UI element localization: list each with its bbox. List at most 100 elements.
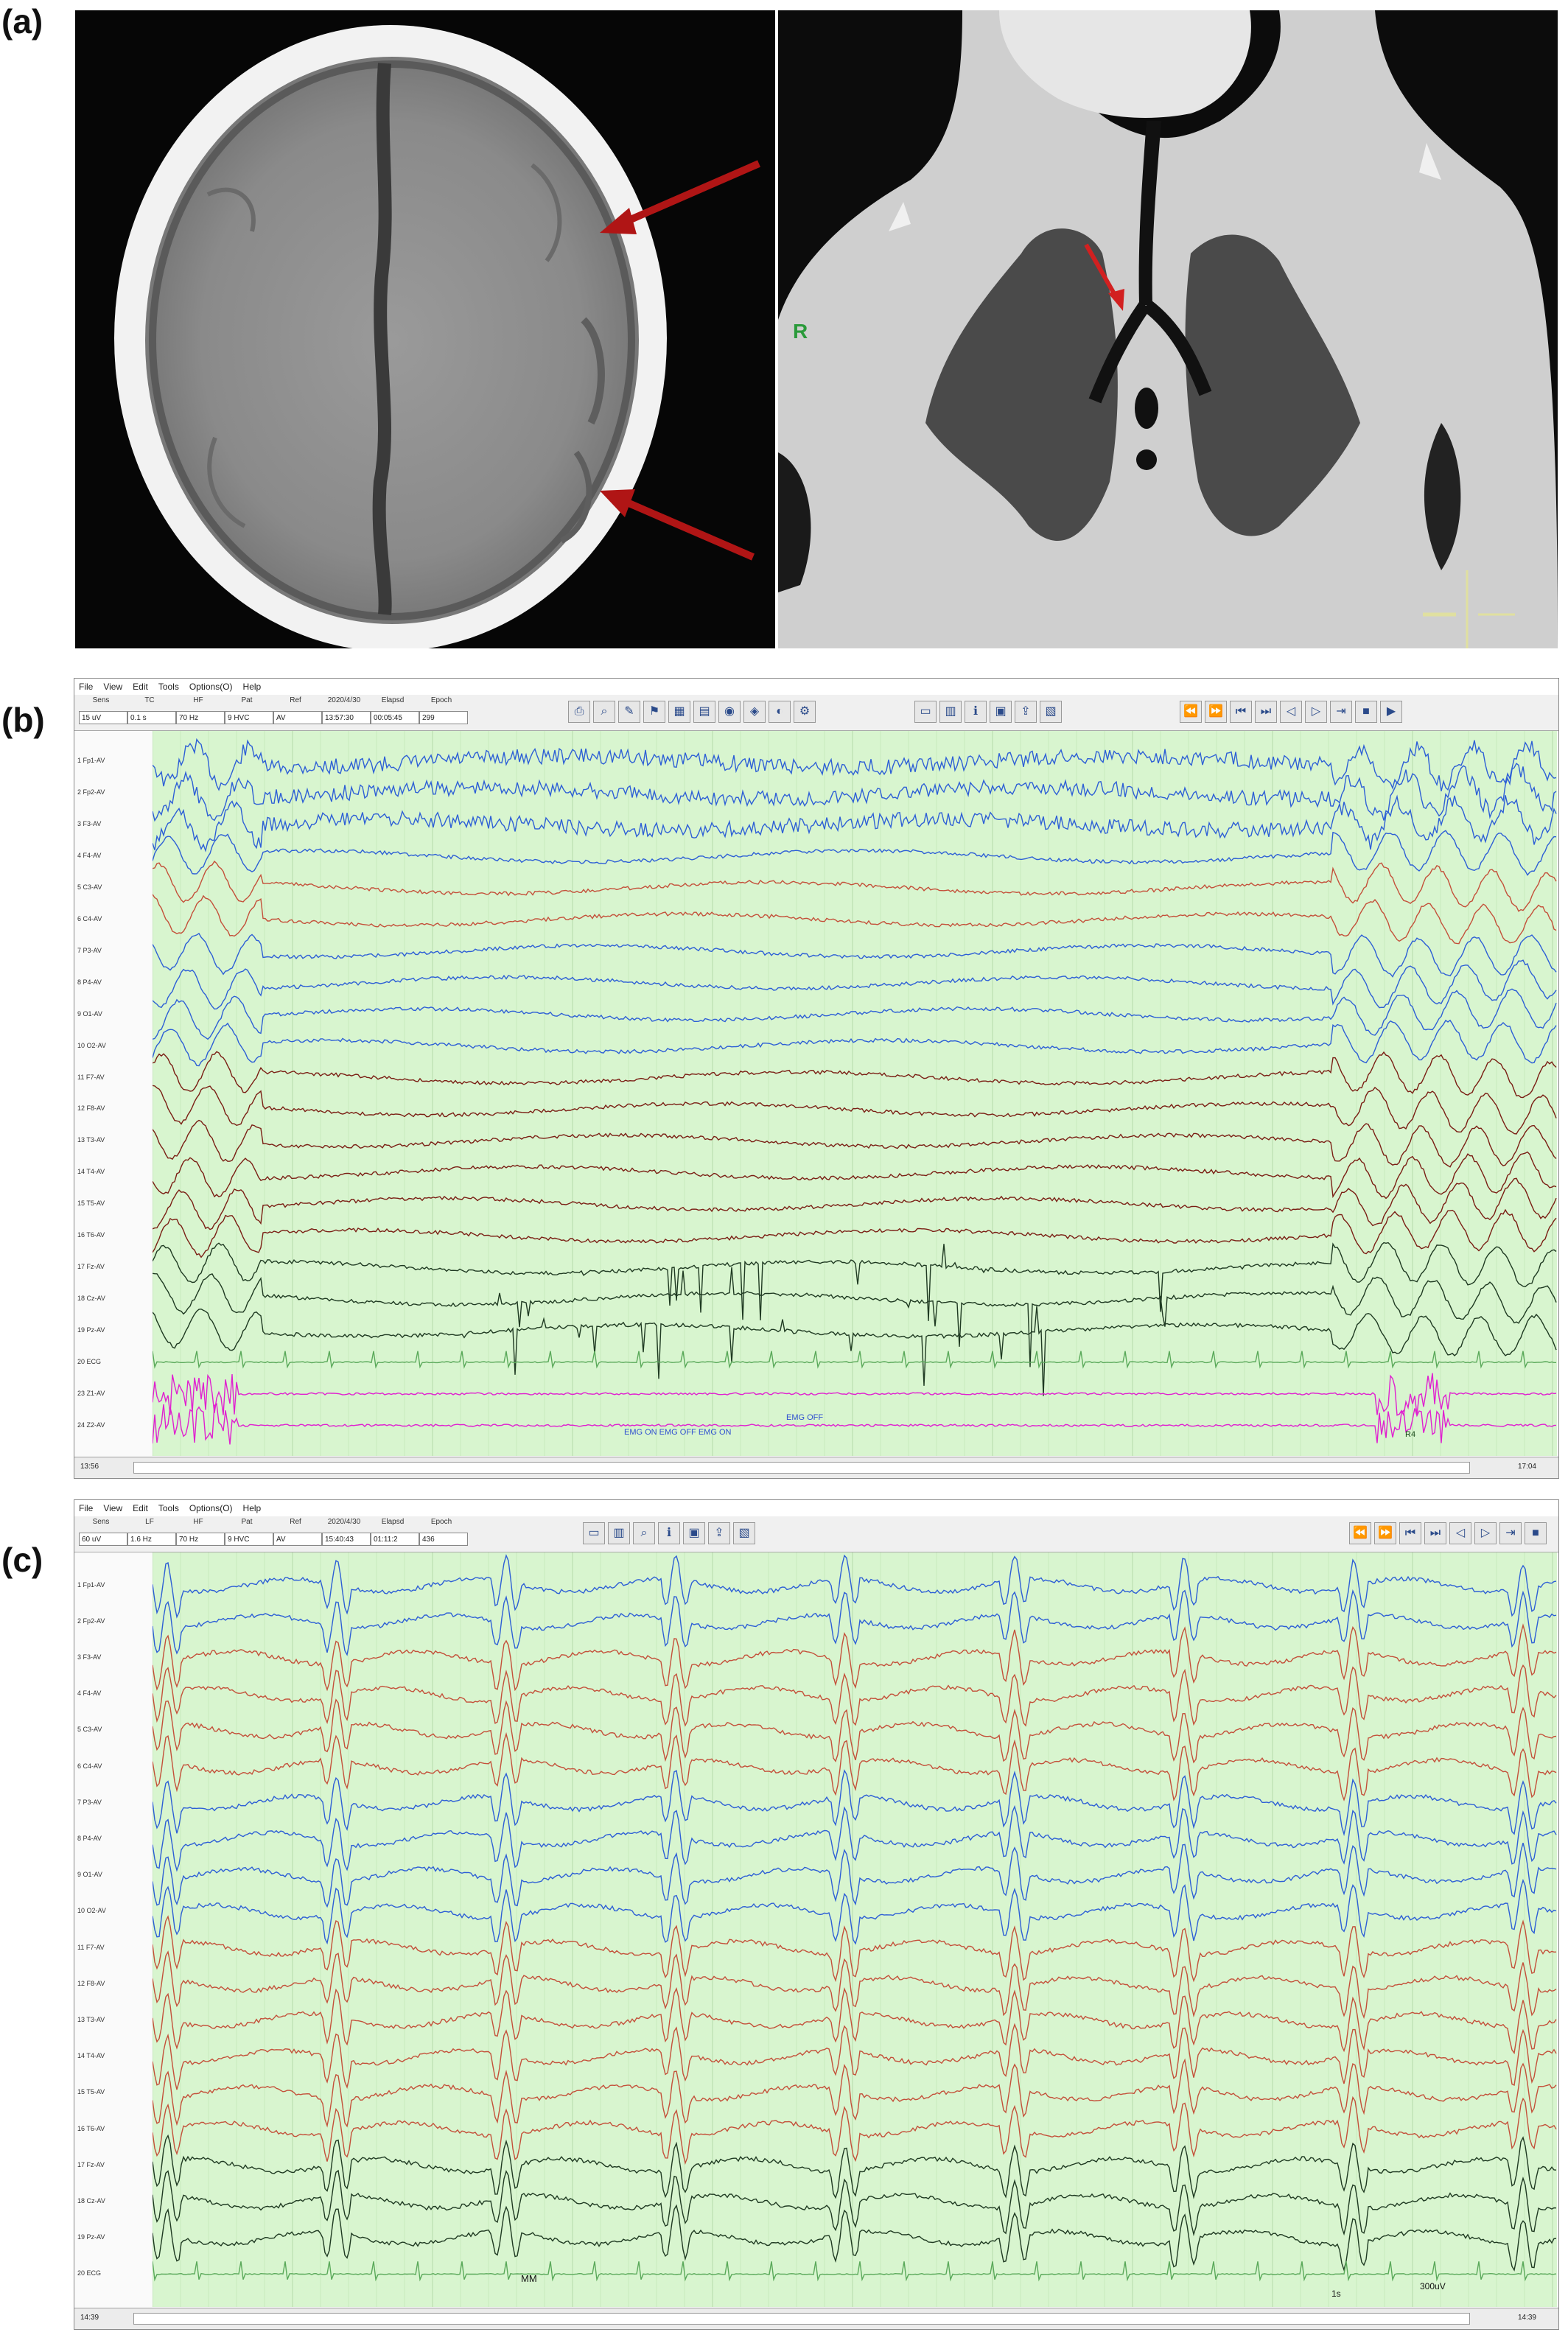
pat-select[interactable]: 9 HVC — [225, 1533, 273, 1546]
skip-end-icon[interactable]: ⏭ — [1424, 1522, 1446, 1544]
eeg-window-c: File View Edit Tools Options(O) Help Sen… — [74, 1499, 1559, 2330]
rewind-fast-icon[interactable]: ⏪ — [1180, 701, 1202, 723]
menu-edit[interactable]: Edit — [133, 1503, 148, 1513]
folder-icon[interactable]: ▤ — [693, 701, 715, 723]
menu-view[interactable]: View — [103, 1503, 122, 1513]
timeline-scrollbar[interactable] — [133, 2313, 1470, 2325]
time-field: 15:40:43 — [322, 1533, 371, 1546]
channel-label: 12 F8-AV — [77, 1104, 105, 1113]
eeg-trace — [153, 1950, 1557, 2020]
ref-select[interactable]: AV — [273, 1533, 322, 1546]
channel-list-b: 1 Fp1-AV 2 Fp2-AV 3 F3-AV 4 F4-AV 5 C3-AV 6 C… — [74, 731, 153, 1456]
disk-icon[interactable]: ▣ — [683, 1522, 705, 1544]
channel-label: 8 P4-AV — [77, 978, 102, 986]
eeg-trace-area-c: MM 1s 300uV — [153, 1552, 1557, 2307]
step-back-icon[interactable]: ◁ — [1449, 1522, 1471, 1544]
menu-file[interactable]: File — [79, 682, 93, 692]
status-time-left: 14:39 — [80, 2314, 99, 2322]
channel-label: 4 F4-AV — [77, 1690, 102, 1698]
timeline-scrollbar[interactable] — [133, 1462, 1470, 1474]
grid-icon[interactable]: ▦ — [668, 701, 690, 723]
map-icon[interactable]: ◈ — [743, 701, 766, 723]
panel-label-b: (b) — [1, 701, 45, 739]
edit-icon[interactable]: ✎ — [618, 701, 640, 723]
eeg-trace — [153, 2204, 1557, 2272]
channel-label: 9 O1-AV — [77, 1871, 102, 1879]
menu-file[interactable]: File — [79, 1503, 93, 1513]
eeg-trace — [153, 1732, 1557, 1801]
play-icon[interactable]: ▶ — [1380, 701, 1402, 723]
sens-select[interactable]: 15 uV — [79, 711, 127, 724]
tc-select[interactable]: 0.1 s — [127, 711, 176, 724]
epoch-field[interactable]: 436 — [419, 1533, 468, 1546]
scan-icon[interactable]: ▭ — [914, 701, 937, 723]
zoom-icon[interactable]: ⌕ — [633, 1522, 655, 1544]
status-bar-b: 13:56 17:04 — [74, 1457, 1558, 1478]
color-wheel-icon[interactable]: ◐ — [769, 701, 791, 723]
step-back-icon[interactable]: ◁ — [1280, 701, 1302, 723]
menu-options[interactable]: Options(O) — [189, 1503, 233, 1513]
settings-icon[interactable]: ⚙ — [794, 701, 816, 723]
disk-icon[interactable]: ▣ — [990, 701, 1012, 723]
menu-options[interactable]: Options(O) — [189, 682, 233, 692]
menu-tools[interactable]: Tools — [158, 1503, 179, 1513]
eeg-trace — [153, 1019, 1557, 1067]
hf-select[interactable]: 70 Hz — [176, 711, 225, 724]
menu-help[interactable]: Help — [243, 1503, 262, 1513]
eeg-trace — [153, 1589, 1557, 1656]
eeg-trace — [153, 2023, 1557, 2090]
hdr-epoch: Epoch — [430, 696, 452, 704]
export-icon[interactable]: ⇪ — [1015, 701, 1037, 723]
marker-icon[interactable]: ⚑ — [643, 701, 665, 723]
menu-view[interactable]: View — [103, 682, 122, 692]
skip-start-icon[interactable]: ⏮ — [1399, 1522, 1421, 1544]
eeg-trace — [153, 1242, 1557, 1321]
camera-icon[interactable]: ◉ — [718, 701, 741, 723]
jump-icon[interactable]: ⇥ — [1330, 701, 1352, 723]
rewind-fast-icon[interactable]: ⏪ — [1349, 1522, 1371, 1544]
menu-help[interactable]: Help — [243, 682, 262, 692]
status-bar-c: 14:39 14:39 — [74, 2308, 1558, 2329]
channel-label: 17 Fz-AV — [77, 1263, 105, 1270]
menu-tools[interactable]: Tools — [158, 682, 179, 692]
epoch-field[interactable]: 299 — [419, 711, 468, 724]
channel-list-c: 1 Fp1-AV 2 Fp2-AV 3 F3-AV 4 F4-AV 5 C3-AV 6 C… — [74, 1552, 153, 2307]
sens-select[interactable]: 60 uV — [79, 1533, 127, 1546]
zoom-icon[interactable]: ⌕ — [593, 701, 615, 723]
channel-label: 10 O2-AV — [77, 1907, 106, 1915]
forward-fast-icon[interactable]: ⏩ — [1374, 1522, 1396, 1544]
eeg-trace — [153, 2058, 1557, 2128]
print-icon[interactable]: ⎙ — [568, 701, 590, 723]
info-icon[interactable]: ℹ — [658, 1522, 680, 1544]
toolbar-b: Sens TC HF Pat Ref 2020/4/30 Elapsd Epoc… — [74, 695, 1558, 731]
eeg-window-b: File View Edit Tools Options(O) Help Sen… — [74, 678, 1559, 1479]
info-icon[interactable]: ℹ — [965, 701, 987, 723]
chart-icon[interactable]: ▥ — [939, 701, 962, 723]
pat-select[interactable]: 9 HVC — [225, 711, 273, 724]
jump-icon[interactable]: ⇥ — [1499, 1522, 1522, 1544]
report-icon[interactable]: ▧ — [733, 1522, 755, 1544]
stop-icon[interactable]: ■ — [1525, 1522, 1547, 1544]
forward-fast-icon[interactable]: ⏩ — [1205, 701, 1227, 723]
skip-end-icon[interactable]: ⏭ — [1255, 701, 1277, 723]
menu-edit[interactable]: Edit — [133, 682, 148, 692]
eeg-trace — [153, 1623, 1557, 1692]
hf-select[interactable]: 70 Hz — [176, 1533, 225, 1546]
skip-start-icon[interactable]: ⏮ — [1230, 701, 1252, 723]
channel-label: 11 F7-AV — [77, 1943, 105, 1951]
step-forward-icon[interactable]: ▷ — [1474, 1522, 1497, 1544]
ref-select[interactable]: AV — [273, 711, 322, 724]
lf-select[interactable]: 1.6 Hz — [127, 1533, 176, 1546]
brain-ct-image — [75, 10, 775, 648]
scan-icon[interactable]: ▭ — [583, 1522, 605, 1544]
channel-label: 16 T6-AV — [77, 1231, 105, 1239]
chart-icon[interactable]: ▥ — [608, 1522, 630, 1544]
export-icon[interactable]: ⇪ — [708, 1522, 730, 1544]
channel-label: 9 O1-AV — [77, 1009, 102, 1018]
stop-icon[interactable]: ■ — [1355, 701, 1377, 723]
channel-label: 20 ECG — [77, 2269, 102, 2277]
report-icon[interactable]: ▧ — [1040, 701, 1062, 723]
hdr-sens: Sens — [92, 696, 110, 704]
channel-label: 11 F7-AV — [77, 1073, 105, 1081]
step-forward-icon[interactable]: ▷ — [1305, 701, 1327, 723]
